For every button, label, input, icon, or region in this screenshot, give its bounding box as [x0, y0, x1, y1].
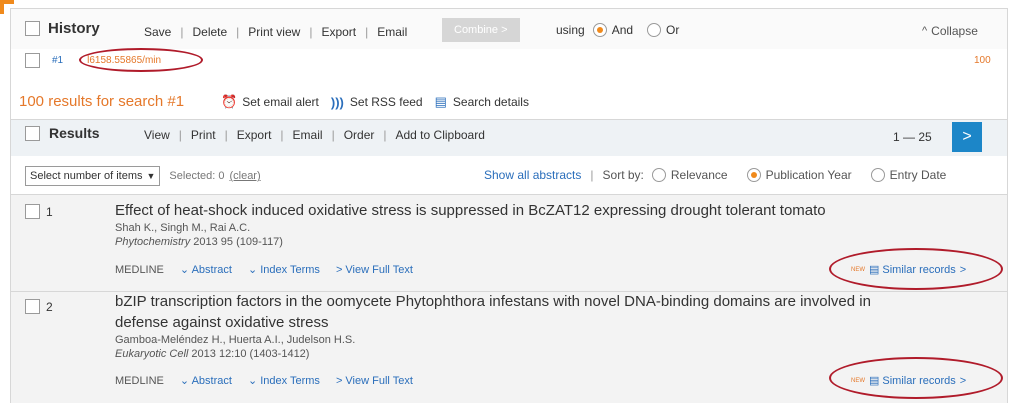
query-count[interactable]: 100: [974, 55, 991, 66]
history-save-link[interactable]: Save: [144, 25, 171, 39]
results-summary: 100 results for search #1: [19, 93, 185, 110]
record-citation-text: 2013 12:10 (1403-1412): [191, 348, 310, 360]
record-title-line-2: defense against oxidative stress: [115, 314, 329, 331]
sort-relevance-radio[interactable]: [651, 168, 666, 182]
new-badge: NEW: [851, 266, 865, 273]
search-details-link[interactable]: Search details: [453, 95, 529, 109]
chevron-right-icon: >: [959, 263, 967, 276]
chevron-up-icon: ^: [922, 25, 928, 37]
record-number: 1: [46, 204, 53, 219]
search-panel: History Save | Delete | Print view | Exp…: [10, 8, 1008, 403]
history-delete-link[interactable]: Delete: [192, 25, 227, 39]
select-number-of-items-dropdown[interactable]: Select number of items ▼: [25, 166, 161, 186]
history-title: History: [48, 20, 100, 37]
next-page-button[interactable]: >: [952, 122, 982, 152]
or-label: Or: [666, 23, 680, 37]
similar-records-icon: ▤: [869, 264, 880, 276]
chevron-down-icon: ⌄: [247, 375, 261, 387]
export-link[interactable]: Export: [237, 128, 272, 142]
abstract-toggle[interactable]: ⌄ Abstract: [180, 374, 232, 387]
view-full-text-link[interactable]: > View Full Text: [336, 264, 413, 276]
corner-marker-vertical: [0, 0, 4, 14]
record-checkbox[interactable]: [25, 299, 40, 314]
record-authors: Gamboa-Meléndez H., Huerta A.I., Judelso…: [115, 334, 356, 346]
order-link[interactable]: Order: [344, 128, 375, 142]
similar-records-icon: ▤: [869, 375, 880, 387]
new-badge: NEW: [851, 377, 865, 384]
record-title[interactable]: Effect of heat-shock induced oxidative s…: [115, 200, 995, 221]
abstract-toggle[interactable]: ⌄ Abstract: [180, 263, 232, 276]
record-source: MEDLINE: [115, 374, 164, 387]
index-terms-toggle[interactable]: ⌄ Index Terms: [248, 374, 320, 387]
combine-button[interactable]: Combine >: [442, 18, 520, 42]
email-link[interactable]: Email: [293, 128, 323, 142]
and-radio[interactable]: [592, 23, 607, 37]
index-terms-toggle[interactable]: ⌄ Index Terms: [248, 263, 320, 276]
similar-records-link[interactable]: NEW ▤ Similar records >: [851, 263, 967, 277]
show-all-abstracts-link[interactable]: Show all abstracts: [484, 168, 581, 182]
alarm-clock-icon: ⏰: [221, 94, 238, 109]
record-number: 2: [46, 299, 53, 314]
sort-by-label: Sort by:: [602, 168, 644, 182]
collapse-button[interactable]: ^ Collapse: [922, 24, 978, 38]
chevron-right-icon: >: [962, 128, 972, 145]
selected-count: Selected: 0: [169, 170, 225, 182]
using-label: using: [556, 23, 585, 37]
record-citation: Eukaryotic Cell 2013 12:10 (1403-1412): [115, 348, 995, 360]
sort-entry-date-label: Entry Date: [889, 168, 947, 182]
record-citation: Phytochemistry 2013 95 (109-117): [115, 236, 995, 248]
view-link[interactable]: View: [144, 128, 170, 142]
and-label: And: [611, 23, 634, 37]
results-title: Results: [49, 125, 100, 141]
chevron-down-icon: ⌄: [179, 264, 192, 276]
query-checkbox[interactable]: [25, 53, 40, 68]
history-export-link[interactable]: Export: [321, 25, 356, 39]
record-journal: Eukaryotic Cell: [115, 348, 189, 360]
add-to-clipboard-link[interactable]: Add to Clipboard: [396, 128, 485, 142]
record-checkbox[interactable]: [25, 204, 40, 219]
print-link[interactable]: Print: [191, 128, 216, 142]
record-journal: Phytochemistry: [115, 236, 191, 248]
similar-records-link[interactable]: NEW ▤ Similar records >: [851, 374, 967, 388]
view-full-text-link[interactable]: > View Full Text: [336, 375, 413, 387]
sort-publication-year-radio[interactable]: [746, 168, 761, 182]
chevron-right-icon: >: [335, 374, 346, 387]
set-email-alert-link[interactable]: Set email alert: [242, 95, 319, 109]
or-radio[interactable]: [647, 23, 662, 37]
set-rss-feed-link[interactable]: Set RSS feed: [350, 95, 423, 109]
record-source: MEDLINE: [115, 263, 164, 276]
sort-relevance-label: Relevance: [670, 168, 728, 182]
query-id: #1: [52, 55, 64, 66]
record-title[interactable]: bZIP transcription factors in the oomyce…: [115, 291, 995, 333]
history-email-link[interactable]: Email: [377, 25, 407, 39]
results-select-all-checkbox[interactable]: [25, 125, 40, 141]
caret-down-icon: ▼: [146, 171, 156, 181]
query-text[interactable]: l6158.55865/min: [87, 55, 161, 66]
history-select-all-checkbox[interactable]: [25, 21, 40, 36]
clear-selection-link[interactable]: (clear): [229, 170, 260, 182]
record-title-line-1: bZIP transcription factors in the oomyce…: [115, 293, 871, 310]
chevron-right-icon: >: [959, 374, 967, 387]
chevron-down-icon: ⌄: [179, 375, 192, 387]
rss-icon: ))): [330, 94, 344, 110]
record-citation-text: 2013 95 (109-117): [193, 236, 283, 248]
sort-entry-date-radio[interactable]: [870, 168, 885, 182]
history-print-view-link[interactable]: Print view: [248, 25, 300, 39]
page-range: 1 — 25: [893, 130, 932, 144]
sort-publication-year-label: Publication Year: [765, 168, 852, 182]
chevron-right-icon: >: [335, 263, 346, 276]
record-authors: Shah K., Singh M., Rai A.C.: [115, 222, 251, 234]
document-icon: ▤: [434, 94, 447, 109]
chevron-down-icon: ⌄: [247, 264, 261, 276]
